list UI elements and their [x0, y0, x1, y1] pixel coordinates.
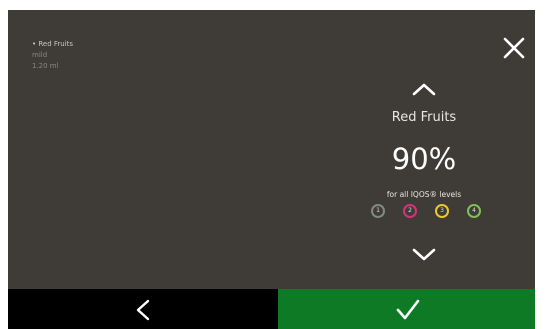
product-name: Red Fruits	[38, 40, 74, 48]
product-variant: mild	[32, 51, 48, 59]
checkmark-icon	[396, 299, 420, 320]
confirm-button[interactable]	[278, 289, 535, 329]
level-1-number: 1	[376, 207, 380, 214]
product-info: • Red Fruits mild 1.20 ml	[32, 40, 74, 70]
close-icon	[503, 37, 525, 59]
level-4-indicator: 4	[467, 204, 481, 218]
level-2-number: 2	[408, 207, 412, 214]
product-volume: 1.20 ml	[32, 62, 59, 70]
level-3-indicator: 3	[435, 204, 449, 218]
chevron-up-icon	[412, 83, 436, 96]
back-button[interactable]	[8, 289, 278, 329]
levels-label: for all IQOS® levels	[386, 190, 462, 199]
flavor-name: Red Fruits	[391, 110, 457, 125]
level-indicators: 1 2 3 4	[371, 204, 481, 224]
strength-selector: Red Fruits 90% for all IQOS® levels 1 2 …	[348, 70, 500, 290]
close-button[interactable]	[503, 37, 525, 59]
level-3-number: 3	[440, 207, 444, 214]
decrease-button[interactable]	[409, 246, 439, 264]
chevron-left-icon	[136, 299, 150, 321]
chevron-down-icon	[412, 248, 436, 261]
level-2-indicator: 2	[403, 204, 417, 218]
flavor-strength-screen: • Red Fruits mild 1.20 ml Red Fruits 90%…	[8, 10, 535, 329]
level-1-indicator: 1	[371, 204, 385, 218]
strength-percentage: 90%	[391, 142, 457, 176]
footer-bar	[8, 289, 535, 329]
level-4-number: 4	[472, 207, 476, 214]
increase-button[interactable]	[409, 80, 439, 98]
